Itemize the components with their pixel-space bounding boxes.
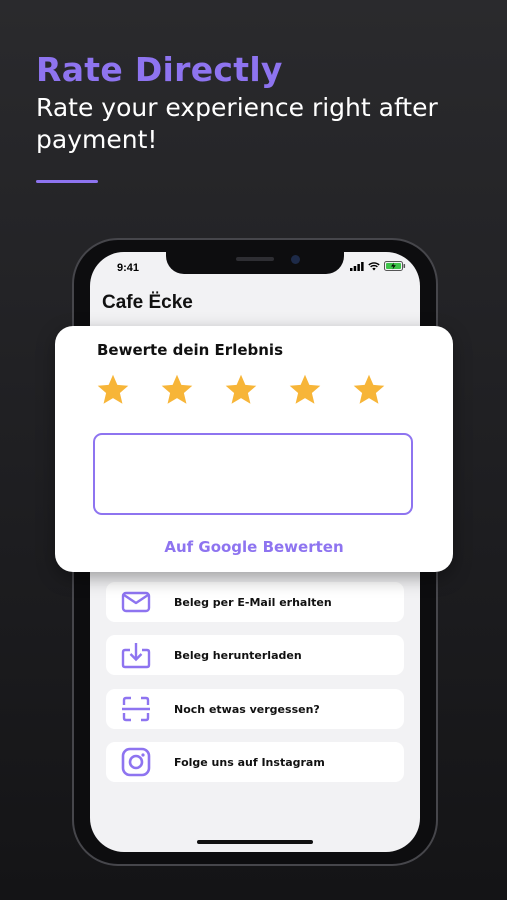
star-3-icon[interactable]: [223, 372, 259, 408]
star-1-icon[interactable]: [95, 372, 131, 408]
signal-icon: [350, 261, 364, 271]
review-textarea[interactable]: [93, 433, 413, 515]
menu-item-download-receipt[interactable]: Beleg herunterladen: [106, 635, 404, 675]
camera: [291, 255, 300, 264]
rating-title: Bewerte dein Erlebnis: [97, 341, 283, 359]
promo-subline: Rate your experience right after payment…: [36, 93, 438, 154]
mail-icon: [120, 586, 152, 618]
menu-item-label: Folge uns auf Instagram: [174, 755, 325, 769]
menu-item-label: Beleg herunterladen: [174, 648, 302, 662]
headline-underline: [36, 180, 98, 183]
menu-item-forgot-something[interactable]: Noch etwas vergessen?: [106, 689, 404, 729]
home-indicator: [197, 840, 313, 844]
menu-item-instagram[interactable]: Folge uns auf Instagram: [106, 742, 404, 782]
notch: [166, 252, 344, 274]
menu-item-email-receipt[interactable]: Beleg per E-Mail erhalten: [106, 582, 404, 622]
promo-headline: Rate Directly: [36, 50, 283, 89]
star-5-icon[interactable]: [351, 372, 387, 408]
star-4-icon[interactable]: [287, 372, 323, 408]
speaker: [236, 257, 274, 261]
scan-icon: [120, 693, 152, 725]
instagram-icon: [120, 746, 152, 778]
rating-card: Bewerte dein Erlebnis Auf Google Bewerte…: [55, 326, 453, 572]
menu-item-label: Noch etwas vergessen?: [174, 702, 320, 716]
google-review-link[interactable]: Auf Google Bewerten: [55, 538, 453, 556]
battery-charging-icon: [384, 261, 406, 271]
download-icon: [120, 639, 152, 671]
status-time: 9:41: [117, 262, 140, 274]
star-rating: [95, 372, 387, 408]
star-2-icon[interactable]: [159, 372, 195, 408]
menu-item-label: Beleg per E-Mail erhalten: [174, 595, 332, 609]
wifi-icon: [368, 261, 380, 270]
status-icons: [350, 261, 406, 271]
cafe-title: Cafe Ëcke: [102, 292, 193, 313]
